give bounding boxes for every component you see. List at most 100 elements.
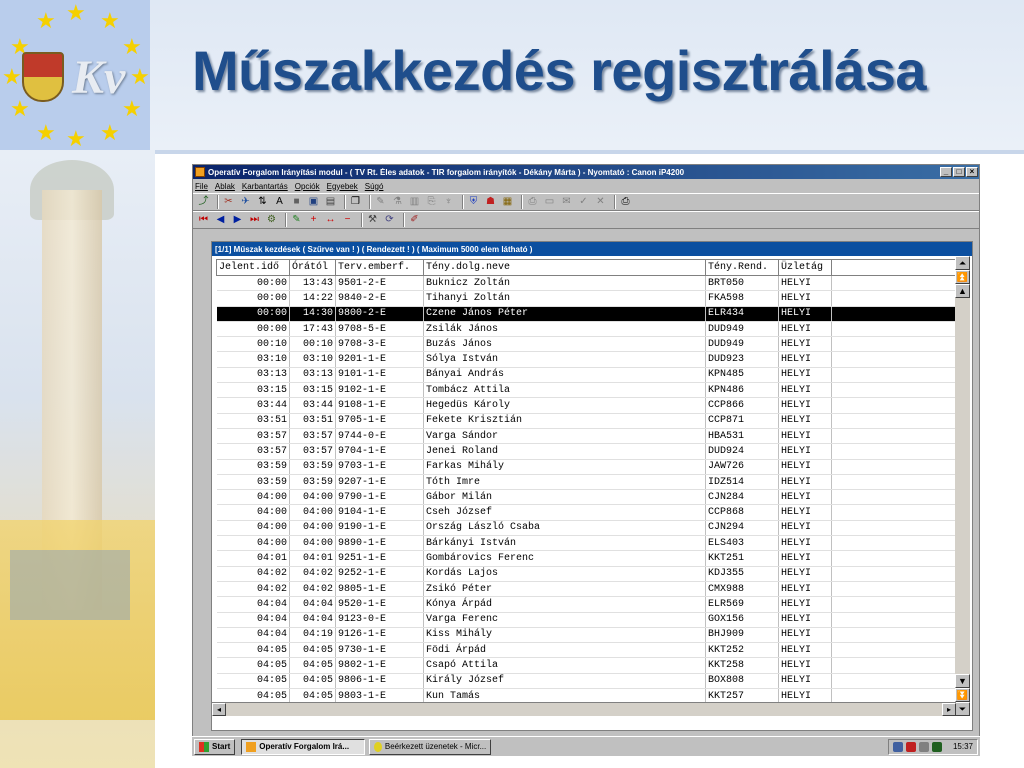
arrows-icon[interactable]: ↔ xyxy=(324,214,337,227)
wrench-icon[interactable]: ⚒ xyxy=(366,214,379,227)
table-row[interactable]: 03:15 03:15 9102-1-E Tombácz Attila KPN486 HE… xyxy=(216,382,957,399)
table-row[interactable]: 04:00 04:00 9190-1-E Ország László Csaba CJN… xyxy=(216,520,957,537)
table-row[interactable]: 03:10 03:10 9201-1-E Sólya István DUD923 HELY… xyxy=(216,351,957,368)
scroll-top-icon[interactable]: ⏶ xyxy=(955,256,970,270)
table-row[interactable]: 03:59 03:59 9207-1-E Tóth Imre IDZ514 HELYI xyxy=(216,474,957,491)
table-row[interactable]: 04:02 04:02 9252-1-E Kordás Lajos KDJ355 HELY… xyxy=(216,566,957,582)
minimize-button[interactable]: _ xyxy=(940,167,952,177)
taskbar-item-inbox[interactable]: Beérkezett üzenetek - Micr... xyxy=(369,738,492,755)
table-row[interactable]: 04:04 04:04 9123-0-E Varga Ferenc GOX156 HELY… xyxy=(216,612,957,628)
table-row[interactable]: 03:57 03:57 9744-0-E Varga Sándor HBA531 HELY… xyxy=(216,428,957,445)
abc-icon[interactable]: ✐ xyxy=(408,214,421,227)
antivirus-icon[interactable] xyxy=(905,741,916,752)
grid-icon[interactable]: ▥ xyxy=(408,196,421,209)
vertical-scrollbar[interactable]: ⏶ ⏫ ▲ ▼ ⏬ ⏷ xyxy=(955,256,970,716)
table-row[interactable]: 00:00 14:30 9800-2-E Czene János Péter ELR43… xyxy=(216,306,957,322)
table-row[interactable]: 04:04 04:04 9520-1-E Kónya Árpád ELR569 HELYI xyxy=(216,596,957,613)
table-row[interactable]: 03:44 03:44 9108-1-E Hegedüs Károly CCP866 HE… xyxy=(216,397,957,414)
scroll-page-up-icon[interactable]: ⏫ xyxy=(955,270,970,284)
volume-icon[interactable] xyxy=(918,741,929,752)
table-row[interactable]: 00:00 14:22 9840-2-E Tihanyi Zoltán FKA598 HE… xyxy=(216,290,957,307)
flask-icon[interactable]: ⚗ xyxy=(391,196,404,209)
scroll-right-icon[interactable]: ▸ xyxy=(942,703,956,716)
refresh-icon[interactable]: ⟳ xyxy=(383,214,396,227)
table-row[interactable]: 03:51 03:51 9705-1-E Fekete Krisztián CCP871… xyxy=(216,413,957,429)
filter-icon[interactable]: ⚙ xyxy=(265,214,278,227)
column-header-teny-rend[interactable]: Tény.Rend. xyxy=(705,259,779,276)
tools-icon[interactable]: ✂ xyxy=(222,196,235,209)
card-icon[interactable]: ▦ xyxy=(501,196,514,209)
menu-opciok[interactable]: Opciók xyxy=(295,182,320,191)
shield-icon[interactable]: ⛨ xyxy=(467,196,480,209)
taskbar-item-forgalom[interactable]: Operatív Forgalom Irá... xyxy=(241,738,366,755)
column-header-uzletag[interactable]: Üzletág xyxy=(778,259,832,276)
column-header-empty[interactable] xyxy=(831,259,957,276)
maximize-button[interactable]: □ xyxy=(953,167,965,177)
cross-icon[interactable]: ✕ xyxy=(594,196,607,209)
table-row[interactable]: 04:01 04:01 9251-1-E Gombárovics Ferenc KKT2… xyxy=(216,550,957,567)
exit-icon[interactable]: ⤴ xyxy=(197,196,210,209)
scroll-left-icon[interactable]: ◂ xyxy=(212,703,226,716)
printer-icon[interactable]: ⎙ xyxy=(619,196,632,209)
user-icon[interactable]: ☗ xyxy=(484,196,497,209)
table-row[interactable]: 04:04 04:19 9126-1-E Kiss Mihály BHJ909 HELYI xyxy=(216,627,957,644)
sort-icon[interactable]: ⇅ xyxy=(256,196,269,209)
scroll-up-icon[interactable]: ▲ xyxy=(955,284,970,298)
horizontal-scrollbar[interactable]: ◂ ▸ xyxy=(212,702,956,716)
stop-icon[interactable]: ■ xyxy=(290,196,303,209)
clip-icon[interactable]: ⎘ xyxy=(425,196,438,209)
column-header-teny-dolg-neve[interactable]: Tény.dolg.neve xyxy=(423,259,706,276)
network-icon[interactable] xyxy=(892,741,903,752)
table-row[interactable]: 04:05 04:05 9806-1-E Király József BOX808 HEL… xyxy=(216,673,957,690)
cell-uzletag: HELYI xyxy=(778,275,832,292)
check-icon[interactable]: ✓ xyxy=(577,196,590,209)
table-row[interactable]: 04:02 04:02 9805-1-E Zsikó Péter CMX988 HELYI xyxy=(216,581,957,598)
table-row[interactable]: 04:00 04:00 9890-1-E Bárkányi István ELS403 H… xyxy=(216,535,957,552)
menu-ablak[interactable]: Ablak xyxy=(215,182,235,191)
scroll-down-icon[interactable]: ▼ xyxy=(955,674,970,688)
table-row[interactable]: 00:00 13:43 9501-2-E Buknicz Zoltán BRT050 HE… xyxy=(216,275,957,292)
scrollbar-track[interactable] xyxy=(955,298,970,674)
disk-icon[interactable]: ▤ xyxy=(324,196,337,209)
font-icon[interactable]: A xyxy=(273,196,286,209)
save-icon[interactable]: ▣ xyxy=(307,196,320,209)
print-icon[interactable]: ⎙ xyxy=(526,196,539,209)
close-button[interactable]: × xyxy=(966,167,978,177)
folder-icon[interactable]: ▭ xyxy=(543,196,556,209)
last-icon[interactable]: ⏭ xyxy=(248,214,261,227)
next-icon[interactable]: ▶ xyxy=(231,214,244,227)
menu-file[interactable]: File xyxy=(195,182,208,191)
column-header-terv-emberf[interactable]: Terv.emberf. xyxy=(335,259,424,276)
table-row[interactable]: 04:00 04:00 9790-1-E Gábor Milán CJN284 HELYI xyxy=(216,489,957,506)
menu-sugo[interactable]: Súgó xyxy=(365,182,384,191)
brush-icon[interactable]: ✎ xyxy=(374,196,387,209)
table-row[interactable]: 03:57 03:57 9704-1-E Jenei Roland DUD924 HELY… xyxy=(216,443,957,460)
plane-icon[interactable]: ✈ xyxy=(239,196,252,209)
menu-egyebek[interactable]: Egyebek xyxy=(327,182,358,191)
table-row[interactable]: 03:13 03:13 9101-1-E Bányai András KPN485 HEL… xyxy=(216,367,957,384)
app-icon[interactable] xyxy=(195,167,205,177)
display-icon[interactable] xyxy=(931,741,942,752)
scroll-bottom-icon[interactable]: ⏷ xyxy=(955,702,970,716)
tool-icon[interactable]: ♆ xyxy=(442,196,455,209)
table-row[interactable]: 04:05 04:05 9730-1-E Födi Árpád KKT252 HELYI xyxy=(216,642,957,659)
scroll-page-down-icon[interactable]: ⏬ xyxy=(955,688,970,702)
minus-icon[interactable]: − xyxy=(341,214,354,227)
table-row[interactable]: 03:59 03:59 9703-1-E Farkas Mihály JAW726 HEL… xyxy=(216,459,957,475)
table-row[interactable]: 04:05 04:05 9802-1-E Csapó Attila KKT258 HELY… xyxy=(216,657,957,674)
cell-oratol: 04:05 xyxy=(289,673,336,690)
window-icon[interactable]: ❐ xyxy=(349,196,362,209)
column-header-jelent-ido[interactable]: Jelent.idő xyxy=(216,259,290,276)
prev-icon[interactable]: ◀ xyxy=(214,214,227,227)
edit-icon[interactable]: ✎ xyxy=(290,214,303,227)
table-row[interactable]: 00:00 17:43 9708-5-E Zsilák János DUD949 HELY… xyxy=(216,321,957,338)
table-row[interactable]: 00:10 00:10 9708-3-E Buzás János DUD949 HELYI xyxy=(216,336,957,353)
table-row[interactable]: 04:00 04:00 9104-1-E Cseh József CCP868 HELYI xyxy=(216,504,957,521)
plus-icon[interactable]: + xyxy=(307,214,320,227)
start-button[interactable]: Start xyxy=(194,738,236,755)
title-bar[interactable]: Operatív Forgalom Irányítási modul - ( T… xyxy=(193,165,979,179)
first-icon[interactable]: ⏮ xyxy=(197,214,210,227)
menu-karbantartas[interactable]: Karbantartás xyxy=(242,182,288,191)
column-header-oratol[interactable]: Órától xyxy=(289,259,336,276)
mail-icon[interactable]: ✉ xyxy=(560,196,573,209)
